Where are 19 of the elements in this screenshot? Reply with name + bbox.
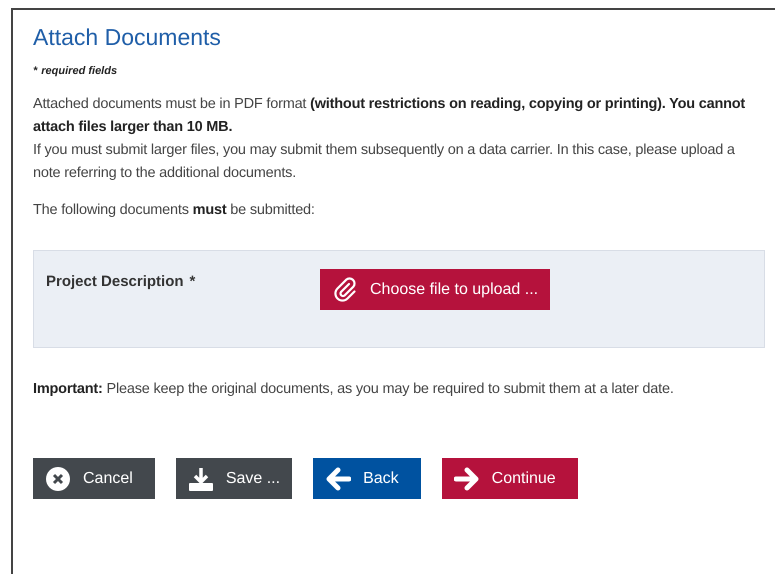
continue-button[interactable]: Continue	[442, 458, 578, 499]
required-mark: *	[33, 65, 38, 77]
upload-button[interactable]: Choose file to upload ...	[320, 269, 550, 310]
info-paragraph: The following documents must be submitted:	[33, 201, 316, 220]
required-mark: *	[190, 273, 196, 290]
back-button[interactable]: Back	[313, 458, 421, 499]
page-title: Attach Documents	[33, 24, 222, 51]
save-button[interactable]: Save ...	[176, 458, 292, 499]
close-icon	[45, 466, 71, 492]
important-note: Important: Please keep the original documents, as you may be required to submit them at a later date.	[33, 380, 675, 399]
document-label: Project Description	[46, 273, 184, 290]
cancel-button[interactable]: Cancel	[33, 458, 155, 499]
info-paragraph: If you must submit larger files, you may submit them subsequently on a data carrier. In this case, please upload a note referring to the additional documents.	[33, 141, 736, 183]
arrow-right-icon	[454, 466, 480, 492]
required-fields-note: required fields	[41, 65, 118, 77]
info-paragraph: Attached documents must be in PDF format (without restrictions on reading, copying or printing). You cannot attach files larger than 10 MB.	[33, 95, 746, 137]
download-icon	[188, 466, 214, 492]
paperclip-icon	[332, 276, 358, 302]
arrow-left-icon	[325, 466, 352, 492]
